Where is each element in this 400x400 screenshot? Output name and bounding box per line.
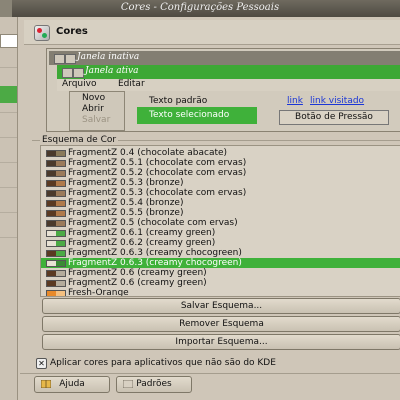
scheme-list-item[interactable]: FragmentZ 0.6 (creamy green) <box>41 278 400 288</box>
module-row-divider <box>0 112 17 113</box>
module-row-divider <box>0 237 17 238</box>
preview-dropdown-item-disabled: Salvar <box>82 115 111 125</box>
module-row-divider <box>0 137 17 138</box>
scheme-list-item[interactable]: FragmentZ 0.5.3 (bronze) <box>41 178 400 188</box>
scheme-list-item[interactable]: FragmentZ 0.5 (chocolate com ervas) <box>41 218 400 228</box>
preview-dropdown-item: Abrir <box>82 104 104 114</box>
window-title: Cores - Configurações Pessoais <box>120 2 280 13</box>
menu-icon <box>62 68 73 78</box>
scheme-list-item-label: FragmentZ 0.6 (creamy green) <box>68 278 207 288</box>
module-row-divider <box>0 162 17 163</box>
module-search-input[interactable] <box>0 34 18 48</box>
import-scheme-button[interactable]: Importar Esquema... <box>42 334 400 350</box>
preview-menubar: Arquivo Editar <box>57 79 400 91</box>
defaults-button[interactable]: Padrões <box>116 376 192 393</box>
scheme-swatch-icon <box>46 220 66 227</box>
scheme-list-item-label: FragmentZ 0.5.2 (chocolate com ervas) <box>68 168 247 178</box>
scheme-list-item-label: FragmentZ 0.5.3 (bronze) <box>68 178 184 188</box>
preview-inactive-title: Janela inativa <box>77 52 140 62</box>
preview-active-title: Janela ativa <box>85 66 139 76</box>
module-row-divider <box>0 187 17 188</box>
preview-menu-arquivo: Arquivo <box>62 79 97 89</box>
menu-icon <box>54 54 65 64</box>
scheme-list-item[interactable]: FragmentZ 0.5.1 (chocolate com ervas) <box>41 158 400 168</box>
preview-menu-editar: Editar <box>118 79 145 89</box>
color-preview[interactable]: Janela inativa Janela ativa Arquivo Edit… <box>46 48 400 132</box>
help-button-label: Ajuda <box>59 379 85 389</box>
preview-push-button: Botão de Pressão <box>279 110 389 125</box>
module-row-divider <box>0 67 17 68</box>
help-button[interactable]: Ajuda <box>34 376 110 393</box>
preview-visited-link: link visitado <box>310 96 365 106</box>
preview-selected-text-bg: Texto selecionado <box>137 107 257 124</box>
scheme-swatch-icon <box>46 160 66 167</box>
scheme-swatch-icon <box>46 200 66 207</box>
scheme-list-item-label: FragmentZ 0.4 (chocolate abacate) <box>68 148 228 158</box>
preview-normal-text: Texto padrão <box>149 96 208 106</box>
module-row-divider <box>0 212 17 213</box>
module-list-pane[interactable] <box>0 17 18 400</box>
module-list-selected-item[interactable] <box>0 86 17 103</box>
preview-inactive-titlebar: Janela inativa <box>49 51 400 65</box>
scheme-list-item-label: FragmentZ 0.5 (chocolate com ervas) <box>68 218 238 228</box>
scheme-list-item[interactable]: FragmentZ 0.6.3 (creamy chocogreen) <box>41 248 400 258</box>
scheme-swatch-icon <box>46 180 66 187</box>
defaults-button-label: Padrões <box>136 379 172 389</box>
scheme-list-item[interactable]: FragmentZ 0.5.5 (bronze) <box>41 208 400 218</box>
scheme-list-item[interactable]: FragmentZ 0.6.2 (creamy green) <box>41 238 400 248</box>
sticky-icon <box>65 54 76 64</box>
scheme-list-item[interactable]: FragmentZ 0.5.4 (bronze) <box>41 198 400 208</box>
scheme-swatch-icon <box>46 170 66 177</box>
scheme-swatch-icon <box>46 240 66 247</box>
scheme-swatch-icon <box>46 250 66 257</box>
scheme-list-item-label: FragmentZ 0.6.3 (creamy chocogreen) <box>68 258 242 268</box>
scheme-list-item-label: FragmentZ 0.6.1 (creamy green) <box>68 228 216 238</box>
preview-dropdown-menu: Novo Abrir Salvar <box>69 91 125 131</box>
preview-dropdown-item: Novo <box>82 93 106 103</box>
apply-colors-label[interactable]: Aplicar cores para aplicativos que não s… <box>50 358 276 368</box>
preview-active-titlebar: Janela ativa <box>57 65 400 79</box>
preview-selected-text: Texto selecionado <box>149 110 230 120</box>
remove-scheme-button[interactable]: Remover Esquema <box>42 316 400 332</box>
module-title: Cores <box>56 26 88 37</box>
scheme-list-item[interactable]: FragmentZ 0.6.3 (creamy chocogreen) <box>41 258 400 268</box>
scheme-swatch-icon <box>46 290 66 296</box>
scheme-swatch-icon <box>46 210 66 217</box>
scheme-list-item[interactable]: FragmentZ 0.4 (chocolate abacate) <box>41 148 400 158</box>
scheme-list-item-label: FragmentZ 0.5.1 (chocolate com ervas) <box>68 158 247 168</box>
scheme-swatch-icon <box>46 230 66 237</box>
scheme-list-item-label: FragmentZ 0.5.5 (bronze) <box>68 208 184 218</box>
module-header: Cores <box>24 20 400 45</box>
window-titlebar[interactable]: Cores - Configurações Pessoais <box>0 0 400 17</box>
save-scheme-button[interactable]: Salvar Esquema... <box>42 298 400 314</box>
scheme-swatch-icon <box>46 190 66 197</box>
scheme-list-item-label: FragmentZ 0.6.3 (creamy chocogreen) <box>68 248 242 258</box>
preview-link: link <box>287 96 303 106</box>
scheme-list-item-label: Fresh-Orange <box>68 288 129 297</box>
scheme-swatch-icon <box>46 260 66 267</box>
apply-colors-checkbox[interactable]: ✕ <box>36 358 47 369</box>
scheme-group-label: Esquema de Cor <box>40 135 119 145</box>
scheme-swatch-icon <box>46 270 66 277</box>
scheme-swatch-icon <box>46 150 66 157</box>
scheme-list-item[interactable]: FragmentZ 0.5.2 (chocolate com ervas) <box>41 168 400 178</box>
colors-module-icon <box>34 25 50 41</box>
scheme-list-item-label: FragmentZ 0.6.2 (creamy green) <box>68 238 216 248</box>
scheme-list-item[interactable]: FragmentZ 0.5.3 (chocolate com ervas) <box>41 188 400 198</box>
scheme-list-item[interactable]: Fresh-Orange <box>41 288 400 297</box>
scheme-list-item-label: FragmentZ 0.6 (creamy green) <box>68 268 207 278</box>
sticky-icon <box>73 68 84 78</box>
footer-divider <box>20 373 400 374</box>
scheme-list-item[interactable]: FragmentZ 0.6 (creamy green) <box>41 268 400 278</box>
scheme-list-item-label: FragmentZ 0.5.3 (chocolate com ervas) <box>68 188 247 198</box>
scheme-listbox[interactable]: FragmentZ 0.4 (chocolate abacate) Fragmen… <box>40 145 400 297</box>
scheme-list-item[interactable]: FragmentZ 0.6.1 (creamy green) <box>41 228 400 238</box>
scheme-swatch-icon <box>46 280 66 287</box>
scheme-list-item-label: FragmentZ 0.5.4 (bronze) <box>68 198 184 208</box>
